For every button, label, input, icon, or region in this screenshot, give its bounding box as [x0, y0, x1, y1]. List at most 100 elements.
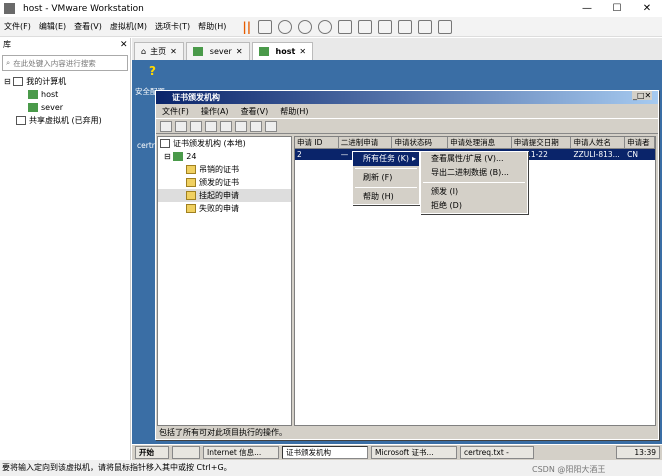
fullscreen-icon[interactable] — [378, 19, 393, 34]
task-ca[interactable]: 证书颁发机构 — [282, 446, 368, 459]
up-folder-icon[interactable] — [190, 120, 202, 132]
folder-icon — [186, 165, 196, 174]
col-request-id[interactable]: 申请 ID — [295, 137, 339, 148]
clock: 13:39 — [616, 446, 660, 459]
desktop-label-certreq: certr — [137, 141, 155, 150]
menu-view[interactable]: 查看(V) — [70, 21, 106, 32]
menu-file[interactable]: 文件(F) — [0, 21, 35, 32]
window-title: host - VMware Workstation — [23, 3, 144, 14]
tree-shared[interactable]: 共享虚拟机 (已弃用) — [4, 114, 130, 127]
ctx-view-properties[interactable]: 查看属性/扩展 (V)... — [421, 152, 527, 166]
snapshot-icon[interactable] — [278, 19, 293, 34]
send-ctrl-alt-del-icon[interactable] — [258, 19, 273, 34]
ca-icon — [160, 139, 170, 148]
maximize-button[interactable]: ☐ — [602, 0, 632, 17]
tab-close-icon[interactable]: ✕ — [170, 47, 177, 56]
ctx-issue[interactable]: 颁发 (I) — [421, 185, 527, 199]
ca-node-icon — [173, 152, 184, 161]
ca-title: 证书颁发机构 — [156, 91, 658, 104]
tree-revoked[interactable]: 吊销的证书 — [158, 163, 291, 176]
tree-host[interactable]: host — [4, 88, 130, 101]
ctx-deny[interactable]: 拒绝 (D) — [421, 199, 527, 213]
submenu-all-tasks: 查看属性/扩展 (V)... 导出二进制数据 (B)... 颁发 (I) 拒绝 … — [420, 151, 528, 214]
tree-sever[interactable]: sever — [4, 101, 130, 114]
ctx-refresh[interactable]: 刷新 (F) — [353, 171, 419, 185]
back-icon[interactable] — [160, 120, 172, 132]
export-icon[interactable] — [235, 120, 247, 132]
menu-tabs[interactable]: 选项卡(T) — [151, 21, 194, 32]
folder-icon — [186, 204, 196, 213]
folder-icon — [186, 191, 196, 200]
vm-icon — [192, 47, 203, 56]
ctx-all-tasks[interactable]: 所有任务 (K) ▸ — [353, 152, 419, 166]
forward-icon[interactable] — [175, 120, 187, 132]
ca-menu-file[interactable]: 文件(F) — [156, 106, 195, 117]
col-subject[interactable]: 申请者 — [625, 137, 656, 148]
tree-ca-root[interactable]: 证书颁发机构 (本地) — [158, 137, 291, 150]
tree-failed[interactable]: 失败的申请 — [158, 202, 291, 215]
ca-status-text: 包括了所有可对此项目执行的操作。 — [159, 428, 287, 437]
menu-edit[interactable]: 编辑(E) — [35, 21, 70, 32]
unity-icon[interactable] — [398, 19, 413, 34]
security-config-icon[interactable]: ? — [149, 64, 156, 78]
tree-node-24[interactable]: ⊟ 24 — [158, 150, 291, 163]
show-tree-icon[interactable] — [205, 120, 217, 132]
tab-close-icon[interactable]: ✕ — [236, 47, 243, 56]
tab-bar: ⌂ 主页 ✕ sever ✕ host ✕ — [132, 38, 662, 60]
tab-close-icon[interactable]: ✕ — [299, 47, 306, 56]
ca-menu-help[interactable]: 帮助(H) — [274, 106, 314, 117]
pause-icon[interactable]: || — [238, 20, 252, 34]
menu-vm[interactable]: 虚拟机(M) — [106, 21, 151, 32]
home-icon: ⌂ — [141, 47, 147, 56]
col-submit-date[interactable]: 申请提交日期 — [512, 137, 572, 148]
close-button[interactable]: ✕ — [632, 0, 662, 17]
library-panel: 库 ✕ ⌕ 在此处键入内容进行搜索 ⊟ 我的计算机 host sever 共享虚… — [0, 38, 131, 464]
snapshot-manager-icon[interactable] — [318, 19, 333, 34]
task-certreq[interactable]: certreq.txt - — [460, 446, 534, 459]
tree-my-computer[interactable]: ⊟ 我的计算机 — [4, 75, 130, 88]
refresh-icon[interactable] — [220, 120, 232, 132]
tab-sever[interactable]: sever ✕ — [185, 42, 250, 60]
ctx-help[interactable]: 帮助 (H) — [353, 190, 419, 204]
menu-help[interactable]: 帮助(H) — [194, 21, 230, 32]
quick-launch[interactable] — [172, 446, 200, 459]
col-binary[interactable]: 二进制申请 — [339, 137, 393, 148]
library-view-icon[interactable] — [338, 19, 353, 34]
ca-window-controls[interactable]: _□✕ — [632, 91, 653, 100]
ca-menu-view[interactable]: 查看(V) — [235, 106, 275, 117]
tree-pending[interactable]: 挂起的申请 — [158, 189, 291, 202]
stretch-icon[interactable] — [438, 19, 453, 34]
start-button[interactable]: 开始 — [135, 446, 169, 459]
revert-snapshot-icon[interactable] — [298, 19, 313, 34]
properties-icon[interactable] — [265, 120, 277, 132]
tab-host[interactable]: host ✕ — [251, 42, 314, 60]
thumbnail-view-icon[interactable] — [358, 19, 373, 34]
menu-bar: 文件(F) 编辑(E) 查看(V) 虚拟机(M) 选项卡(T) 帮助(H) || — [0, 17, 662, 37]
library-search-input[interactable]: ⌕ 在此处键入内容进行搜索 — [2, 55, 128, 71]
computer-icon — [13, 77, 24, 86]
task-iis[interactable]: Internet 信息... — [203, 446, 279, 459]
watermark: CSDN @阳阳大酒王 — [532, 465, 606, 474]
help-icon[interactable] — [250, 120, 262, 132]
guest-taskbar: 开始 Internet 信息... 证书颁发机构 Microsoft 证书...… — [132, 444, 662, 460]
vm-icon — [258, 47, 269, 56]
ctx-export-binary[interactable]: 导出二进制数据 (B)... — [421, 166, 527, 180]
ca-menu-action[interactable]: 操作(A) — [195, 106, 235, 117]
console-icon[interactable] — [418, 19, 433, 34]
search-icon: ⌕ — [6, 58, 11, 67]
minimize-button[interactable]: — — [572, 0, 602, 17]
task-ms-cert[interactable]: Microsoft 证书... — [371, 446, 457, 459]
context-menu: 所有任务 (K) ▸ 刷新 (F) 帮助 (H) — [352, 151, 420, 205]
col-status-code[interactable]: 申请状态码 — [392, 137, 449, 148]
ca-tree: 证书颁发机构 (本地) ⊟ 24 吊销的证书 颁发的证书 挂起的申请 失败的申请 — [157, 136, 292, 426]
col-requester[interactable]: 申请人姓名 — [571, 137, 626, 148]
vm-icon — [28, 90, 38, 99]
tab-home[interactable]: ⌂ 主页 ✕ — [134, 42, 184, 60]
vm-icon — [28, 103, 38, 112]
folder-icon — [186, 178, 196, 187]
library-close-icon[interactable]: ✕ — [120, 40, 128, 50]
tree-issued[interactable]: 颁发的证书 — [158, 176, 291, 189]
title-bar: host - VMware Workstation — ☐ ✕ — [0, 0, 662, 17]
library-title: 库 — [3, 40, 11, 49]
col-message[interactable]: 申请处理消息 — [448, 137, 512, 148]
